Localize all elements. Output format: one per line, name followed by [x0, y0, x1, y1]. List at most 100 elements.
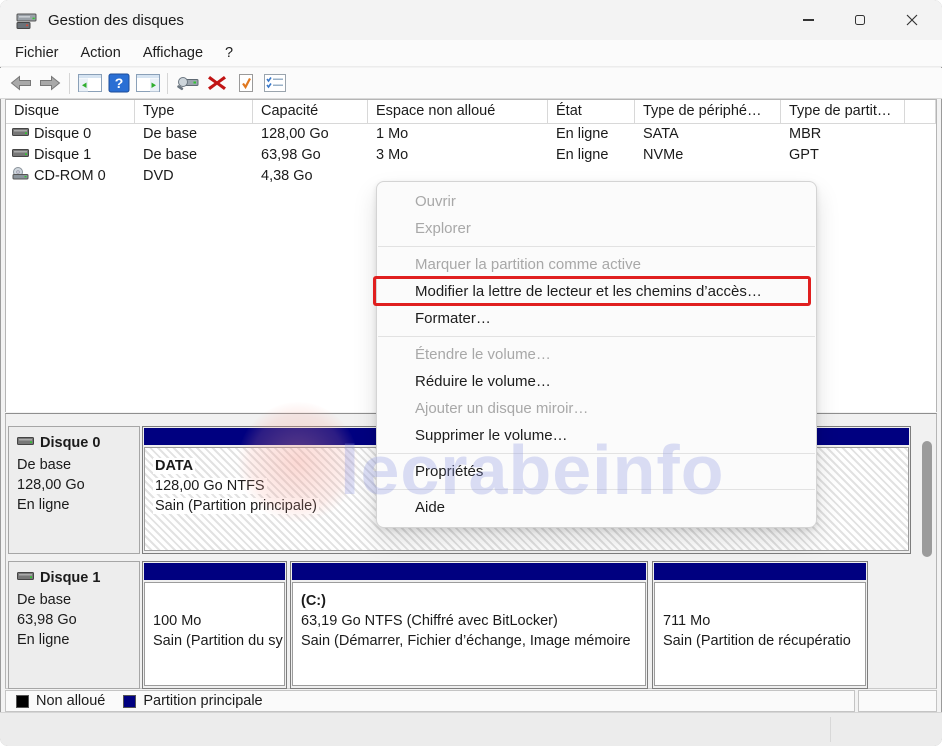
disk-title: Disque 1: [17, 570, 133, 586]
back-button[interactable]: [6, 71, 35, 96]
cell: 3 Mo: [368, 145, 548, 166]
cell: De base: [135, 145, 253, 166]
cell: 63,98 Go: [253, 145, 368, 166]
disk-row-1: Disque 1De base63,98 GoEn ligne100 MoSai…: [6, 561, 936, 689]
close-icon: [906, 14, 918, 26]
menu-item-r-duire-le-volume[interactable]: Réduire le volume…: [377, 368, 816, 395]
partition-block[interactable]: 100 MoSain (Partition du sy: [142, 561, 287, 689]
cell: MBR: [781, 124, 905, 145]
menu-item-formater[interactable]: Formater…: [377, 305, 816, 332]
cell: DVD: [135, 166, 253, 187]
cell: En ligne: [548, 145, 635, 166]
status-bar: [0, 712, 942, 746]
menubar: FichierActionAffichage?: [0, 40, 942, 67]
cell: De base: [135, 124, 253, 145]
menu-fichier[interactable]: Fichier: [4, 42, 70, 64]
delete-icon: [207, 74, 227, 92]
disk-management-app-icon: [16, 10, 38, 30]
volume-list-header: DisqueTypeCapacitéEspace non allouéÉtatT…: [6, 100, 936, 124]
help-button[interactable]: ?: [104, 71, 133, 96]
partition-size: 711 Mo: [663, 611, 857, 631]
disk-info-panel-0[interactable]: Disque 0De base128,00 GoEn ligne: [8, 426, 140, 554]
cell: SATA: [635, 124, 781, 145]
show-action-pane-icon: [136, 74, 160, 92]
disk-info-panel-1[interactable]: Disque 1De base63,98 GoEn ligne: [8, 561, 140, 689]
show-console-tree-icon: [78, 74, 102, 92]
menu-item-modifier-la-lettre-de-lecteur-[interactable]: Modifier la lettre de lecteur et les che…: [377, 278, 816, 305]
column-header-empty: [905, 100, 936, 124]
column-header-2[interactable]: Capacité: [253, 100, 368, 124]
cell: En ligne: [548, 124, 635, 145]
partition-body[interactable]: 711 MoSain (Partition de récupératio: [654, 582, 866, 686]
disk-info-line: En ligne: [17, 630, 133, 650]
partition-status-text: Sain (Partition principale): [153, 498, 319, 514]
menu-item-ouvrir: Ouvrir: [377, 188, 816, 215]
task-list-button[interactable]: [260, 71, 289, 96]
column-header-1[interactable]: Type: [135, 100, 253, 124]
legend-bar-corner: [858, 690, 937, 712]
set-active-button[interactable]: [231, 71, 260, 96]
disk-name: Disque 1: [40, 570, 100, 586]
partition-size-text: 128,00 Go NTFS: [153, 478, 267, 494]
column-header-3[interactable]: Espace non alloué: [368, 100, 548, 124]
partition-title: [153, 591, 276, 611]
column-header-0[interactable]: Disque: [6, 100, 135, 124]
legend-label: Partition principale: [143, 693, 262, 709]
menu-item-ajouter-un-disque-miroir: Ajouter un disque miroir…: [377, 395, 816, 422]
partition-size-text: 63,19 Go NTFS (Chiffré avec BitLocker): [301, 613, 558, 629]
show-action-pane-button[interactable]: [133, 71, 162, 96]
partition-status: Sain (Démarrer, Fichier d’échange, Image…: [301, 631, 637, 651]
disk-info-line: 128,00 Go: [17, 475, 133, 495]
column-header-6[interactable]: Type de partit…: [781, 100, 905, 124]
window-controls: [782, 0, 938, 40]
show-console-tree-button[interactable]: [75, 71, 104, 96]
cell: 4,38 Go: [253, 166, 368, 187]
menu-affichage[interactable]: Affichage: [132, 42, 214, 64]
partition-block[interactable]: 711 MoSain (Partition de récupératio: [652, 561, 868, 689]
menu-item-aide[interactable]: Aide: [377, 494, 816, 521]
partition-size-text: 100 Mo: [153, 613, 201, 629]
volume-list-body: Disque 0De base128,00 Go1 MoEn ligneSATA…: [6, 124, 936, 187]
cell: GPT: [781, 145, 905, 166]
minimize-button[interactable]: [782, 0, 834, 40]
partition-body[interactable]: 100 MoSain (Partition du sy: [144, 582, 285, 686]
menu-action[interactable]: Action: [70, 42, 132, 64]
partition-status: Sain (Partition de récupératio: [663, 631, 857, 651]
disk-icon: [17, 570, 34, 586]
rescan-disks-button[interactable]: [173, 71, 202, 96]
menu-separator: [378, 453, 815, 454]
disk-icon: [12, 124, 29, 145]
menu-help[interactable]: ?: [214, 42, 244, 64]
close-button[interactable]: [886, 0, 938, 40]
titlebar: Gestion des disques: [0, 0, 942, 40]
cdrom-icon: [12, 166, 29, 187]
delete-volume-button[interactable]: [202, 71, 231, 96]
disk-info-line: De base: [17, 590, 133, 610]
disk-info-line: De base: [17, 455, 133, 475]
context-menu: OuvrirExplorerMarquer la partition comme…: [376, 181, 817, 528]
partition-block[interactable]: (C:)63,19 Go NTFS (Chiffré avec BitLocke…: [290, 561, 648, 689]
disk-name-cell: Disque 0: [6, 124, 135, 145]
disk-name: Disque 0: [40, 435, 100, 451]
legend-color-swatch: [123, 695, 136, 708]
disk-name-cell: CD-ROM 0: [6, 166, 135, 187]
svg-text:?: ?: [114, 75, 123, 91]
cell: 1 Mo: [368, 124, 548, 145]
maximize-button[interactable]: [834, 0, 886, 40]
table-row[interactable]: Disque 1De base63,98 Go3 MoEn ligneNVMeG…: [6, 145, 936, 166]
table-row[interactable]: Disque 0De base128,00 Go1 MoEn ligneSATA…: [6, 124, 936, 145]
menu-separator: [378, 489, 815, 490]
partition-status-text: Sain (Démarrer, Fichier d’échange, Image…: [301, 633, 631, 649]
disk-name-label: CD-ROM 0: [34, 166, 106, 187]
disk-title: Disque 0: [17, 435, 133, 451]
partition-body[interactable]: (C:)63,19 Go NTFS (Chiffré avec BitLocke…: [292, 582, 646, 686]
disk-icon: [17, 435, 34, 451]
menu-item-propri-t-s[interactable]: Propriétés: [377, 458, 816, 485]
forward-button[interactable]: [35, 71, 64, 96]
menu-item-supprimer-le-volume[interactable]: Supprimer le volume…: [377, 422, 816, 449]
column-header-5[interactable]: Type de périphé…: [635, 100, 781, 124]
menu-item-tendre-le-volume: Étendre le volume…: [377, 341, 816, 368]
disk-management-window: Gestion des disques FichierActionAfficha…: [0, 0, 942, 746]
column-header-4[interactable]: État: [548, 100, 635, 124]
partition-type-bar: [654, 563, 866, 580]
